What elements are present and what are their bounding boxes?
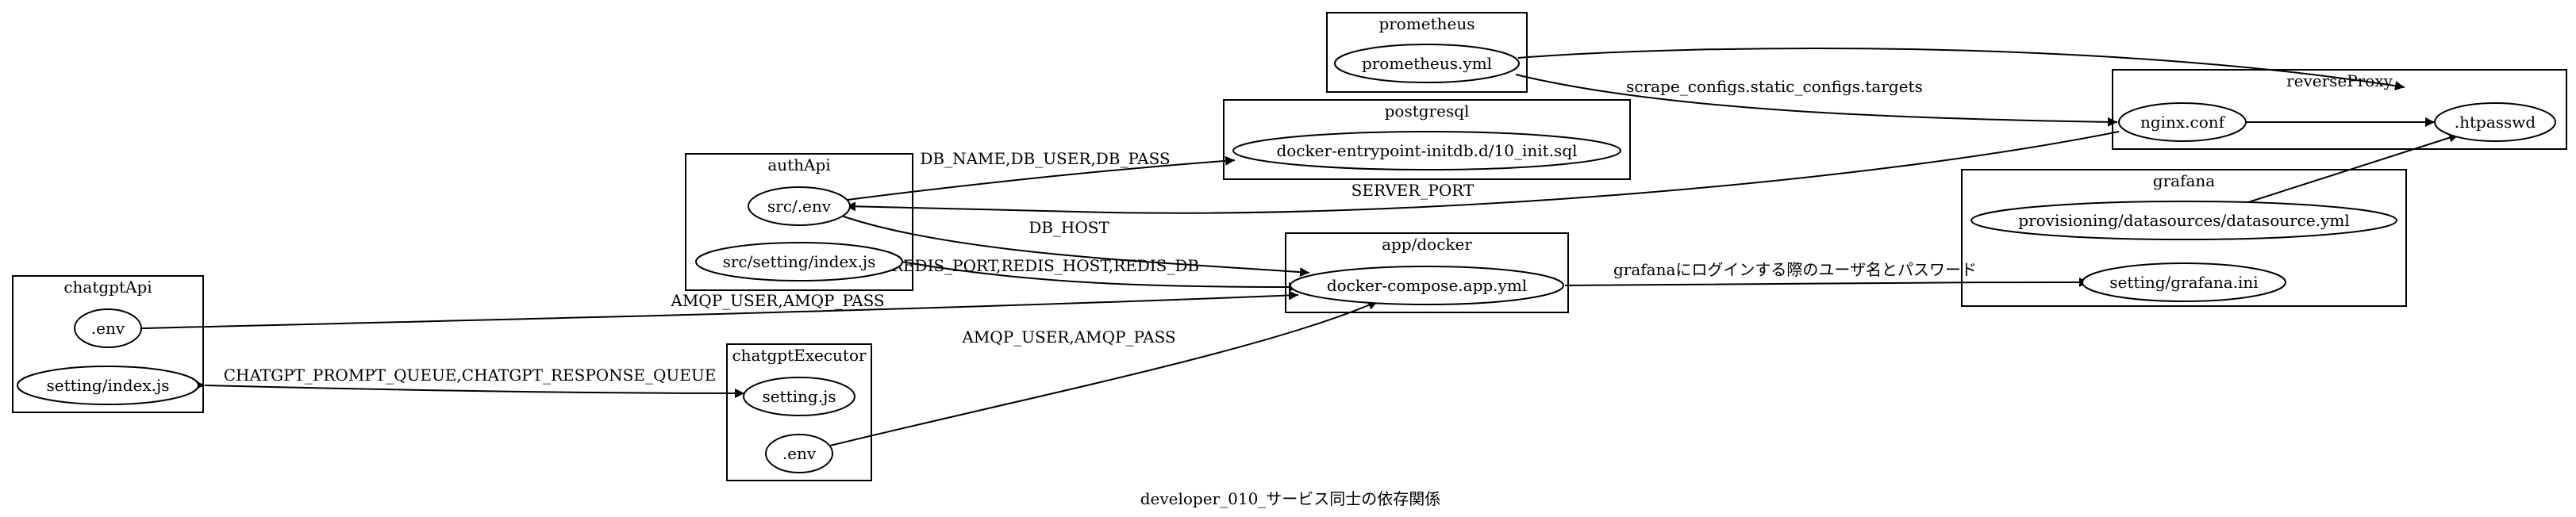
edge-prometheus-to-nginx: scrape_configs.static_configs.targets: [1515, 74, 2118, 127]
svg-text:docker-compose.app.yml: docker-compose.app.yml: [1327, 276, 1527, 295]
svg-text:provisioning/datasources/datas: provisioning/datasources/datasource.yml: [2018, 211, 2349, 230]
node-nginx-conf: nginx.conf: [2118, 102, 2247, 142]
svg-text:docker-entrypoint-initdb.d/10_: docker-entrypoint-initdb.d/10_init.sql: [1276, 141, 1577, 160]
graph-title: developer_010_サービス同士の依存関係: [1140, 489, 1441, 508]
svg-text:prometheus.yml: prometheus.yml: [1362, 54, 1492, 73]
node-htpasswd: .htpasswd: [2434, 102, 2556, 142]
edge-chatgpt-queue-label: CHATGPT_PROMPT_QUEUE,CHATGPT_RESPONSE_QU…: [224, 366, 717, 385]
cluster-app-docker-label: app/docker: [1382, 235, 1472, 254]
edge-scrape-label: scrape_configs.static_configs.targets: [1626, 77, 1923, 96]
edge-amqp-executor-label: AMQP_USER,AMQP_PASS: [961, 327, 1175, 347]
svg-text:nginx.conf: nginx.conf: [2140, 113, 2226, 132]
edge-chatgpt-queue: CHATGPT_PROMPT_QUEUE,CHATGPT_RESPONSE_QU…: [194, 366, 745, 398]
edge-redis-label: REDIS_PORT,REDIS_HOST,REDIS_DB: [891, 256, 1199, 275]
node-chatgpt-setting: setting/index.js: [17, 366, 199, 405]
node-executor-setting: setting.js: [743, 377, 855, 416]
node-executor-env: .env: [765, 434, 833, 473]
svg-text:.env: .env: [91, 319, 125, 338]
edge-chatgpt-env-to-compose: AMQP_USER,AMQP_PASS: [140, 290, 1299, 329]
svg-text:.env: .env: [782, 444, 817, 463]
node-auth-setting: src/setting/index.js: [695, 242, 903, 281]
edge-amqp-api-label: AMQP_USER,AMQP_PASS: [670, 291, 884, 310]
node-compose-yml: docker-compose.app.yml: [1290, 266, 1564, 305]
edge-compose-to-grafana-ini: grafanaにログインする際のユーザ名とパスワード: [1564, 260, 2090, 288]
svg-text:src/setting/index.js: src/setting/index.js: [723, 252, 876, 271]
edge-auth-env-to-init-sql: DB_NAME,DB_USER,DB_PASS: [847, 149, 1236, 201]
edge-grafana-login-label: grafanaにログインする際のユーザ名とパスワード: [1613, 260, 1977, 279]
node-chatgpt-env: .env: [74, 308, 142, 348]
edge-server-port-label: SERVER_PORT: [1351, 181, 1474, 200]
svg-text:setting.js: setting.js: [762, 387, 836, 406]
svg-text:src/.env: src/.env: [767, 197, 832, 216]
node-init-sql: docker-entrypoint-initdb.d/10_init.sql: [1232, 131, 1621, 170]
node-auth-env: src/.env: [748, 186, 851, 226]
edge-db-host-label: DB_HOST: [1028, 218, 1109, 237]
svg-text:.htpasswd: .htpasswd: [2455, 113, 2536, 132]
dependency-graph: prometheus postgresql reverseProxy authA…: [12, 12, 2567, 508]
edge-auth-setting-to-compose: REDIS_PORT,REDIS_HOST,REDIS_DB: [891, 256, 1299, 292]
edge-executor-env-to-compose: AMQP_USER,AMQP_PASS: [829, 301, 1378, 446]
node-grafana-ini: setting/grafana.ini: [2082, 262, 2286, 302]
edge-db-creds-label: DB_NAME,DB_USER,DB_PASS: [920, 149, 1170, 168]
svg-text:setting/index.js: setting/index.js: [46, 376, 169, 395]
svg-text:setting/grafana.ini: setting/grafana.ini: [2109, 273, 2258, 292]
cluster-postgresql-label: postgresql: [1385, 101, 1470, 121]
cluster-reverse-proxy-label: reverseProxy: [2286, 71, 2393, 90]
cluster-grafana-label: grafana: [2153, 171, 2215, 190]
node-prometheus-yml: prometheus.yml: [1334, 44, 1520, 83]
cluster-chatgpt-api-label: chatgptApi: [63, 278, 152, 297]
cluster-auth-api-label: authApi: [767, 155, 830, 174]
cluster-chatgpt-executor-label: chatgptExecutor: [732, 346, 867, 365]
node-datasource-yml: provisioning/datasources/datasource.yml: [1970, 201, 2397, 240]
cluster-prometheus-label: prometheus: [1378, 14, 1474, 33]
